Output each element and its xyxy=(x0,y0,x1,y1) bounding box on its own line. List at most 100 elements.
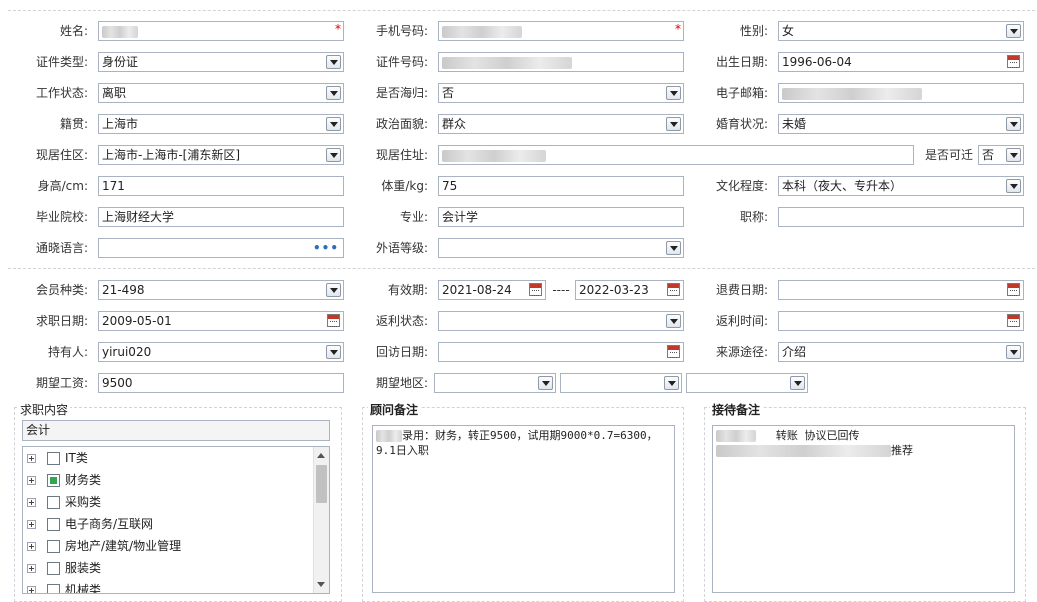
calendar-icon[interactable] xyxy=(1007,283,1020,296)
language-label: 通晓语言: xyxy=(35,241,88,255)
calendar-icon[interactable] xyxy=(667,283,680,296)
rebate-status-select[interactable] xyxy=(438,311,684,331)
refund-date-label: 退费日期: xyxy=(715,283,768,297)
more-icon[interactable]: ••• xyxy=(313,239,339,257)
forlevel-select[interactable] xyxy=(438,238,684,258)
calendar-icon[interactable] xyxy=(1007,55,1020,68)
chevron-down-icon[interactable] xyxy=(326,86,341,100)
relocate-select[interactable]: 否 xyxy=(978,145,1024,165)
scroll-down-icon[interactable] xyxy=(317,582,325,587)
checkbox[interactable] xyxy=(47,562,60,575)
scroll-up-icon[interactable] xyxy=(317,453,325,458)
birth-label: 出生日期: xyxy=(715,55,768,69)
top-divider xyxy=(8,10,1035,11)
region-district-select[interactable] xyxy=(686,373,808,393)
calendar-icon[interactable] xyxy=(667,345,680,358)
refund-date-input[interactable] xyxy=(778,280,1024,300)
chevron-down-icon[interactable] xyxy=(326,283,341,297)
expand-icon[interactable] xyxy=(27,454,36,463)
checkbox-checked[interactable] xyxy=(47,474,60,487)
chevron-down-icon[interactable] xyxy=(538,376,553,390)
birth-date-input[interactable]: 1996-06-04 xyxy=(778,52,1024,72)
idtype-select[interactable]: 身份证 xyxy=(98,52,344,72)
visit-date-input[interactable] xyxy=(438,342,684,362)
idno-input[interactable] xyxy=(438,52,684,72)
language-picker[interactable]: ••• xyxy=(98,238,344,258)
reception-notes-textarea[interactable]: 转账 协议已回传 推荐 xyxy=(712,425,1015,593)
native-select[interactable]: 上海市 xyxy=(98,114,344,134)
redacted-text xyxy=(442,25,522,38)
name-input[interactable]: * xyxy=(98,21,344,41)
chevron-down-icon[interactable] xyxy=(326,55,341,69)
major-label: 专业: xyxy=(399,210,428,224)
redacted-text xyxy=(782,87,922,100)
email-label: 电子邮箱: xyxy=(715,86,768,100)
chevron-down-icon[interactable] xyxy=(666,117,681,131)
chevron-down-icon[interactable] xyxy=(790,376,805,390)
expand-icon[interactable] xyxy=(27,498,36,507)
weight-input[interactable]: 75 xyxy=(438,176,684,196)
source-select[interactable]: 介绍 xyxy=(778,342,1024,362)
calendar-icon[interactable] xyxy=(1007,314,1020,327)
education-select[interactable]: 本科（夜大、专升本） xyxy=(778,176,1024,196)
checkbox[interactable] xyxy=(47,496,60,509)
tree-scrollbar[interactable] xyxy=(313,447,329,593)
residence-area-select[interactable]: 上海市-上海市-[浦东新区] xyxy=(98,145,344,165)
expand-icon[interactable] xyxy=(27,542,36,551)
consultant-notes-textarea[interactable]: 录用：财务，转正9500，试用期9000*0.7=6300， 9.1日入职 xyxy=(372,425,675,593)
chevron-down-icon[interactable] xyxy=(664,376,679,390)
school-input[interactable]: 上海财经大学 xyxy=(98,207,344,227)
member-select[interactable]: 21-498 xyxy=(98,280,344,300)
holder-select[interactable]: yirui020 xyxy=(98,342,344,362)
region-city-select[interactable] xyxy=(560,373,682,393)
holder-label: 持有人: xyxy=(47,345,88,359)
checkbox[interactable] xyxy=(47,518,60,531)
major-input[interactable]: 会计学 xyxy=(438,207,684,227)
jobdate-input[interactable]: 2009-05-01 xyxy=(98,311,344,331)
region-province-select[interactable] xyxy=(434,373,556,393)
returnee-select[interactable]: 否 xyxy=(438,83,684,103)
redacted-text xyxy=(442,149,546,162)
expand-icon[interactable] xyxy=(27,564,36,573)
chevron-down-icon[interactable] xyxy=(326,117,341,131)
chevron-down-icon[interactable] xyxy=(1006,345,1021,359)
political-select[interactable]: 群众 xyxy=(438,114,684,134)
checkbox[interactable] xyxy=(47,540,60,553)
chevron-down-icon[interactable] xyxy=(1006,179,1021,193)
calendar-icon[interactable] xyxy=(327,314,340,327)
valid-label: 有效期: xyxy=(387,283,428,297)
marital-select[interactable]: 未婚 xyxy=(778,114,1024,134)
valid-from-input[interactable]: 2021-08-24 xyxy=(438,280,546,300)
residence-addr-input[interactable] xyxy=(438,145,914,165)
chevron-down-icon[interactable] xyxy=(1006,148,1021,162)
chevron-down-icon[interactable] xyxy=(326,345,341,359)
title-input[interactable] xyxy=(778,207,1024,227)
expand-icon[interactable] xyxy=(27,476,36,485)
expand-icon[interactable] xyxy=(27,520,36,529)
scroll-thumb[interactable] xyxy=(316,465,327,503)
height-input[interactable]: 171 xyxy=(98,176,344,196)
workstatus-select[interactable]: 离职 xyxy=(98,83,344,103)
political-label: 政治面貌: xyxy=(375,117,428,131)
gender-select[interactable]: 女 xyxy=(778,21,1024,41)
chevron-down-icon[interactable] xyxy=(326,148,341,162)
rebate-time-input[interactable] xyxy=(778,311,1024,331)
job-category-tree[interactable]: IT类 财务类 采购类 电子商务/互联网 房地产/建筑/物业管理 服装类 机械类 xyxy=(22,446,330,594)
checkbox[interactable] xyxy=(47,452,60,465)
phone-input[interactable]: * xyxy=(438,21,684,41)
marital-label: 婚育状况: xyxy=(715,117,768,131)
chevron-down-icon[interactable] xyxy=(1006,117,1021,131)
checkbox[interactable] xyxy=(47,584,60,593)
expand-icon[interactable] xyxy=(27,586,36,593)
chevron-down-icon[interactable] xyxy=(666,241,681,255)
salary-input[interactable]: 9500 xyxy=(98,373,344,393)
email-input[interactable] xyxy=(778,83,1024,103)
chevron-down-icon[interactable] xyxy=(1006,24,1021,38)
calendar-icon[interactable] xyxy=(529,283,542,296)
chevron-down-icon[interactable] xyxy=(666,86,681,100)
valid-to-input[interactable]: 2022-03-23 xyxy=(575,280,684,300)
chevron-down-icon[interactable] xyxy=(666,314,681,328)
workstatus-label: 工作状态: xyxy=(35,86,88,100)
idno-label: 证件号码: xyxy=(375,55,428,69)
visit-label: 回访日期: xyxy=(375,345,428,359)
